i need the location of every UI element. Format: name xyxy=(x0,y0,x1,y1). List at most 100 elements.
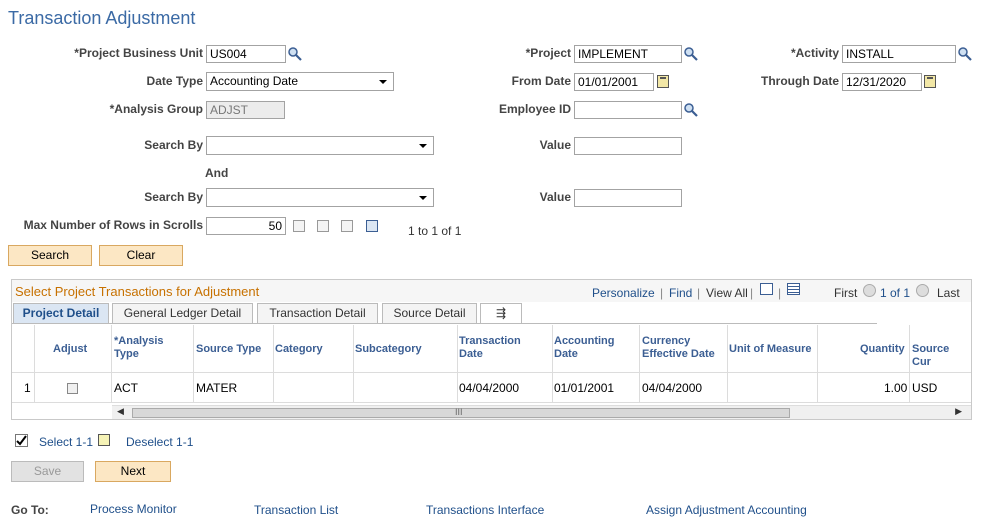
calendar-icon[interactable] xyxy=(657,75,669,88)
activity-input[interactable]: INSTALL xyxy=(842,45,956,63)
move-top-icon[interactable] xyxy=(293,220,305,232)
column-header-unit-of-measure: Unit of Measure xyxy=(729,343,812,355)
and-label: And xyxy=(205,166,229,180)
through-date-input[interactable]: 12/31/2020 xyxy=(842,73,922,91)
project-input[interactable]: IMPLEMENT xyxy=(574,45,682,63)
project-label: *Project xyxy=(525,46,571,60)
toolbar-separator: | xyxy=(750,286,754,300)
tab-general-ledger-detail[interactable]: General Ledger Detail xyxy=(112,303,253,323)
scroll-right-icon[interactable]: ▶ xyxy=(955,406,962,417)
personalize-link[interactable]: Personalize xyxy=(592,286,655,300)
project-business-unit-input[interactable]: US004 xyxy=(206,45,286,63)
save-button: Save xyxy=(11,461,84,482)
transactions-interface-link[interactable]: Transactions Interface xyxy=(426,503,544,517)
clear-button[interactable]: Clear xyxy=(99,245,183,266)
search-by-select-2[interactable] xyxy=(206,188,434,207)
project-business-unit-label: *Project Business Unit xyxy=(74,46,203,60)
goto-label: Go To: xyxy=(11,503,49,517)
select-all-link[interactable]: Select 1-1 xyxy=(39,435,93,449)
column-header-accounting-date: Accounting Date xyxy=(554,335,615,360)
check-all-icon[interactable] xyxy=(15,434,28,447)
previous-icon[interactable] xyxy=(863,284,876,297)
transactions-grid: Select Project Transactions for Adjustme… xyxy=(11,279,972,420)
move-bottom-icon[interactable] xyxy=(366,220,378,232)
cell-transaction-date: 04/04/2000 xyxy=(459,381,520,395)
cell-source-type: MATER xyxy=(196,381,238,395)
move-down-icon[interactable] xyxy=(341,220,353,232)
column-header-currency-effective-date: Currency Effective Date xyxy=(642,335,715,360)
toolbar-separator: | xyxy=(778,286,782,300)
analysis-group-label: *Analysis Group xyxy=(109,102,203,116)
view-all-link[interactable]: View All xyxy=(706,286,748,300)
row-number: 1 xyxy=(24,381,31,395)
next-button[interactable]: Next xyxy=(95,461,171,482)
max-rows-input[interactable]: 50 xyxy=(206,217,286,235)
cell-analysis-type: ACT xyxy=(114,381,138,395)
analysis-group-input: ADJST xyxy=(206,101,285,119)
search-icon[interactable] xyxy=(957,46,973,62)
show-all-columns-icon[interactable]: ⇶ xyxy=(480,303,522,323)
chevron-down-icon xyxy=(419,144,427,148)
scroll-grip: III xyxy=(455,407,463,417)
cell-quantity: 1.00 xyxy=(884,381,908,395)
value-input-2[interactable] xyxy=(574,189,682,207)
assign-adjustment-accounting-link[interactable]: Assign Adjustment Accounting xyxy=(646,503,807,517)
tab-project-detail[interactable]: Project Detail xyxy=(13,303,109,323)
horizontal-scrollbar[interactable]: ◀ III ▶ xyxy=(112,405,971,419)
search-icon[interactable] xyxy=(683,102,699,118)
last-link[interactable]: Last xyxy=(937,286,960,300)
tab-divider xyxy=(12,323,877,324)
chevron-down-icon xyxy=(419,196,427,200)
adjust-checkbox[interactable] xyxy=(67,383,78,394)
from-date-label: From Date xyxy=(511,74,571,88)
column-header-category: Category xyxy=(275,343,323,355)
cell-source-currency: USD xyxy=(912,381,938,395)
column-header-subcategory: Subcategory xyxy=(355,343,422,355)
next-icon[interactable] xyxy=(916,284,929,297)
tab-source-detail[interactable]: Source Detail xyxy=(382,303,477,323)
value-label: Value xyxy=(539,138,571,152)
activity-label: *Activity xyxy=(790,46,839,60)
column-header-analysis-type: *Analysis Type xyxy=(114,335,164,360)
cell-accounting-date: 01/01/2001 xyxy=(554,381,615,395)
value-label-2: Value xyxy=(539,190,571,204)
process-monitor-link[interactable]: Process Monitor xyxy=(90,502,177,516)
max-rows-label: Max Number of Rows in Scrolls xyxy=(23,218,203,232)
move-up-icon[interactable] xyxy=(317,220,329,232)
search-by-select[interactable] xyxy=(206,136,434,155)
scroll-thumb[interactable]: III xyxy=(132,407,790,418)
scroll-left-icon[interactable]: ◀ xyxy=(117,406,124,417)
date-type-value: Accounting Date xyxy=(210,74,299,88)
search-icon[interactable] xyxy=(683,46,699,62)
cell-currency-effective-date: 04/04/2000 xyxy=(642,381,703,395)
column-header-transaction-date: Transaction Date xyxy=(459,335,521,360)
find-link[interactable]: Find xyxy=(669,286,692,300)
value-input[interactable] xyxy=(574,137,682,155)
transaction-list-link[interactable]: Transaction List xyxy=(254,503,338,517)
from-date-input[interactable]: 01/01/2001 xyxy=(574,73,654,91)
search-by-label-2: Search By xyxy=(144,190,203,204)
search-by-label: Search By xyxy=(144,138,203,152)
first-link[interactable]: First xyxy=(834,286,857,300)
pager-text: 1 of 1 xyxy=(880,286,911,300)
chevron-down-icon xyxy=(379,80,387,84)
tab-transaction-detail[interactable]: Transaction Detail xyxy=(257,303,378,323)
page-title: Transaction Adjustment xyxy=(8,8,196,28)
grid-header: Select Project Transactions for Adjustme… xyxy=(12,280,971,302)
download-grid-icon[interactable] xyxy=(787,283,800,295)
row-count-text: 1 to 1 of 1 xyxy=(408,224,462,238)
deselect-all-link[interactable]: Deselect 1-1 xyxy=(126,435,193,449)
date-type-select[interactable]: Accounting Date xyxy=(206,72,394,91)
employee-id-input[interactable] xyxy=(574,101,682,119)
through-date-label: Through Date xyxy=(761,74,839,88)
new-window-icon[interactable] xyxy=(760,283,773,295)
grid-title: Select Project Transactions for Adjustme… xyxy=(15,284,260,299)
calendar-icon[interactable] xyxy=(924,75,936,88)
date-type-label: Date Type xyxy=(146,74,203,88)
search-button[interactable]: Search xyxy=(8,245,92,266)
search-icon[interactable] xyxy=(287,46,303,62)
toolbar-separator: | xyxy=(697,286,701,300)
employee-id-label: Employee ID xyxy=(498,102,571,116)
uncheck-all-icon[interactable] xyxy=(98,434,110,446)
toolbar-separator: | xyxy=(660,286,664,300)
